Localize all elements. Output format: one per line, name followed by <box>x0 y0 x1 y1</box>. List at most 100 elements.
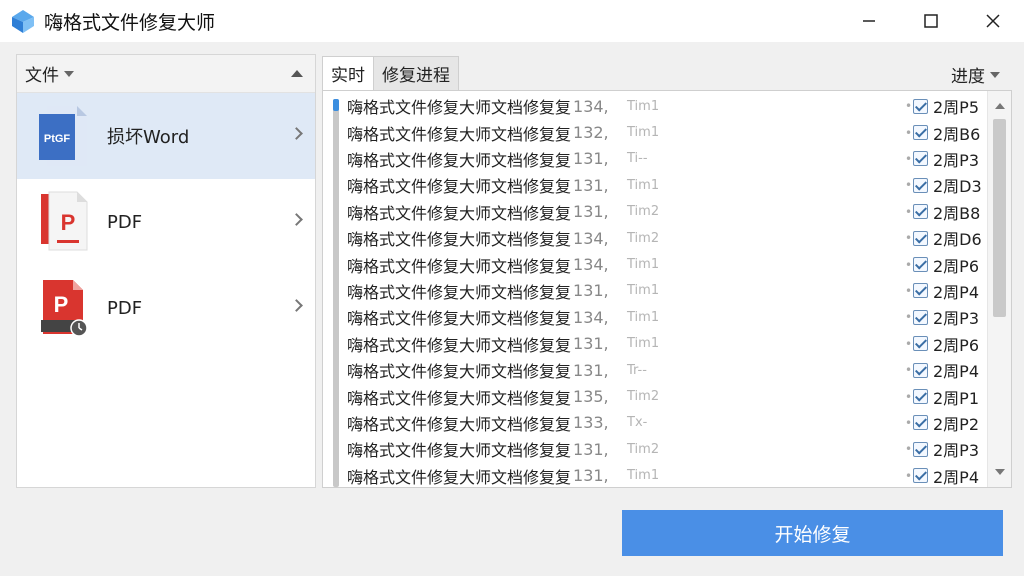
row-code: 2周P3 <box>933 150 980 170</box>
close-button[interactable] <box>962 0 1024 42</box>
row-number: 131, <box>573 334 609 354</box>
row-marker-icon: • <box>905 204 913 219</box>
list-item[interactable]: 嗨格式文件修复大师文档修复复 135, Tim2 • 2周P1 <box>347 383 987 409</box>
row-checkbox[interactable] <box>913 362 928 378</box>
tab-realtime[interactable]: 实时 <box>322 56 374 90</box>
list-item[interactable]: 嗨格式文件修复大师文档修复复 131, Tim1 • 2周D3 <box>347 172 987 198</box>
list-item[interactable]: 嗨格式文件修复大师文档修复复 132, Tim1 • 2周B6 <box>347 119 987 145</box>
file-type-header[interactable]: 文件 <box>17 55 315 93</box>
file-item-pdf[interactable]: P PDF <box>17 179 315 265</box>
row-code: 2周D6 <box>933 230 982 250</box>
list-item[interactable]: 嗨格式文件修复大师文档修复复 131, Tr-- • 2周P4 <box>347 357 987 383</box>
file-item-label: PDF <box>107 211 143 233</box>
file-item-pdf-2[interactable]: P PDF <box>17 265 315 351</box>
row-code: 2周B8 <box>933 203 981 223</box>
list-item[interactable]: 嗨格式文件修复大师文档修复复 131, Tim1 • 2周P4 <box>347 463 987 487</box>
row-number: 134, <box>573 228 609 248</box>
row-checkbox[interactable] <box>913 125 928 141</box>
list-item[interactable]: 嗨格式文件修复大师文档修复复 134, Tim1 • 2周P6 <box>347 251 987 277</box>
row-code: 2周P6 <box>933 256 980 276</box>
row-detail: Tim1 <box>627 257 660 273</box>
row-detail: Tim2 <box>627 389 660 405</box>
list-item[interactable]: 嗨格式文件修复大师文档修复复 131, Tim2 • 2周B8 <box>347 199 987 225</box>
file-item-word[interactable]: PtGF 损坏Word <box>17 93 315 179</box>
row-code: 2周P2 <box>933 414 980 434</box>
list-item[interactable]: 嗨格式文件修复大师文档修复复 131, Tim2 • 2周P3 <box>347 436 987 462</box>
row-checkbox[interactable] <box>913 309 928 325</box>
list-item[interactable]: 嗨格式文件修复大师文档修复复 133, Tx- • 2周P2 <box>347 410 987 436</box>
row-checkbox[interactable] <box>913 441 928 457</box>
row-detail: Tim1 <box>627 125 660 141</box>
row-number: 131, <box>573 439 609 459</box>
file-item-label: PDF <box>107 297 143 319</box>
row-code: 2周B6 <box>933 124 981 144</box>
tab-repair-process[interactable]: 修复进程 <box>373 56 459 90</box>
start-repair-button[interactable]: 开始修复 <box>622 510 1003 556</box>
row-checkbox[interactable] <box>913 230 928 246</box>
row-checkbox[interactable] <box>913 151 928 167</box>
row-file-name: 嗨格式文件修复大师文档修复复 <box>347 230 572 250</box>
list-item[interactable]: 嗨格式文件修复大师文档修复复 134, Tim1 • 2周P3 <box>347 304 987 330</box>
row-checkbox[interactable] <box>913 336 928 352</box>
pdf-file-icon: P <box>41 191 88 251</box>
vertical-scrollbar[interactable] <box>987 91 1011 487</box>
row-checkbox[interactable] <box>913 415 928 431</box>
svg-text:P: P <box>61 210 76 235</box>
caret-down-icon <box>990 71 1000 78</box>
row-detail: Tim2 <box>627 204 660 220</box>
svg-text:P: P <box>54 292 69 317</box>
list-item[interactable]: 嗨格式文件修复大师文档修复复 131, Tim1 • 2周P6 <box>347 331 987 357</box>
row-checkbox[interactable] <box>913 98 928 114</box>
maximize-button[interactable] <box>900 0 962 42</box>
row-file-name: 嗨格式文件修复大师文档修复复 <box>347 388 572 408</box>
row-code: 2周P4 <box>933 282 980 302</box>
row-marker-icon: • <box>905 415 913 430</box>
row-file-name: 嗨格式文件修复大师文档修复复 <box>347 256 572 276</box>
chevron-right-icon <box>290 299 303 312</box>
row-file-name: 嗨格式文件修复大师文档修复复 <box>347 150 572 170</box>
row-marker-icon: • <box>905 178 913 193</box>
row-number: 134, <box>573 307 609 327</box>
row-file-name: 嗨格式文件修复大师文档修复复 <box>347 441 572 461</box>
row-checkbox[interactable] <box>913 204 928 220</box>
row-number: 131, <box>573 360 609 380</box>
row-marker-icon: • <box>905 442 913 457</box>
scrollbar-thumb[interactable] <box>993 119 1006 317</box>
row-code: 2周P3 <box>933 309 980 329</box>
maximize-icon <box>924 14 938 28</box>
row-marker-icon: • <box>905 151 913 166</box>
scroll-down-icon[interactable] <box>995 469 1005 475</box>
list-item[interactable]: 嗨格式文件修复大师文档修复复 134, Tim1 • 2周P5 <box>347 93 987 119</box>
row-checkbox[interactable] <box>913 468 928 484</box>
svg-text:PtGF: PtGF <box>44 133 71 145</box>
minimize-button[interactable] <box>838 0 900 42</box>
row-checkbox[interactable] <box>913 257 928 273</box>
progress-dropdown[interactable]: 进度 <box>951 62 1000 87</box>
chevron-right-icon <box>290 213 303 226</box>
file-type-dropdown-label: 文件 <box>25 66 59 86</box>
row-marker-icon: • <box>905 99 913 114</box>
row-file-name: 嗨格式文件修复大师文档修复复 <box>347 282 572 302</box>
row-detail: Tim2 <box>627 441 660 457</box>
row-file-name: 嗨格式文件修复大师文档修复复 <box>347 177 572 197</box>
chevron-right-icon <box>290 127 303 140</box>
row-code: 2周P6 <box>933 335 980 355</box>
row-file-name: 嗨格式文件修复大师文档修复复 <box>347 124 572 144</box>
row-marker-icon: • <box>905 231 913 246</box>
window-title: 嗨格式文件修复大师 <box>44 11 216 34</box>
row-checkbox[interactable] <box>913 177 928 193</box>
list-item[interactable]: 嗨格式文件修复大师文档修复复 134, Tim2 • 2周D6 <box>347 225 987 251</box>
list-item[interactable]: 嗨格式文件修复大师文档修复复 131, Tim1 • 2周P4 <box>347 278 987 304</box>
row-file-name: 嗨格式文件修复大师文档修复复 <box>347 98 572 118</box>
scroll-up-icon[interactable] <box>995 103 1005 109</box>
row-number: 132, <box>573 123 609 143</box>
row-marker-icon: • <box>905 336 913 351</box>
list-item[interactable]: 嗨格式文件修复大师文档修复复 131, Ti-- • 2周P3 <box>347 146 987 172</box>
row-marker-icon: • <box>905 389 913 404</box>
row-code: 2周P3 <box>933 441 980 461</box>
app-logo-icon <box>12 10 34 33</box>
row-checkbox[interactable] <box>913 283 928 299</box>
row-checkbox[interactable] <box>913 389 928 405</box>
row-number: 131, <box>573 175 609 195</box>
collapse-up-icon[interactable] <box>291 70 303 77</box>
